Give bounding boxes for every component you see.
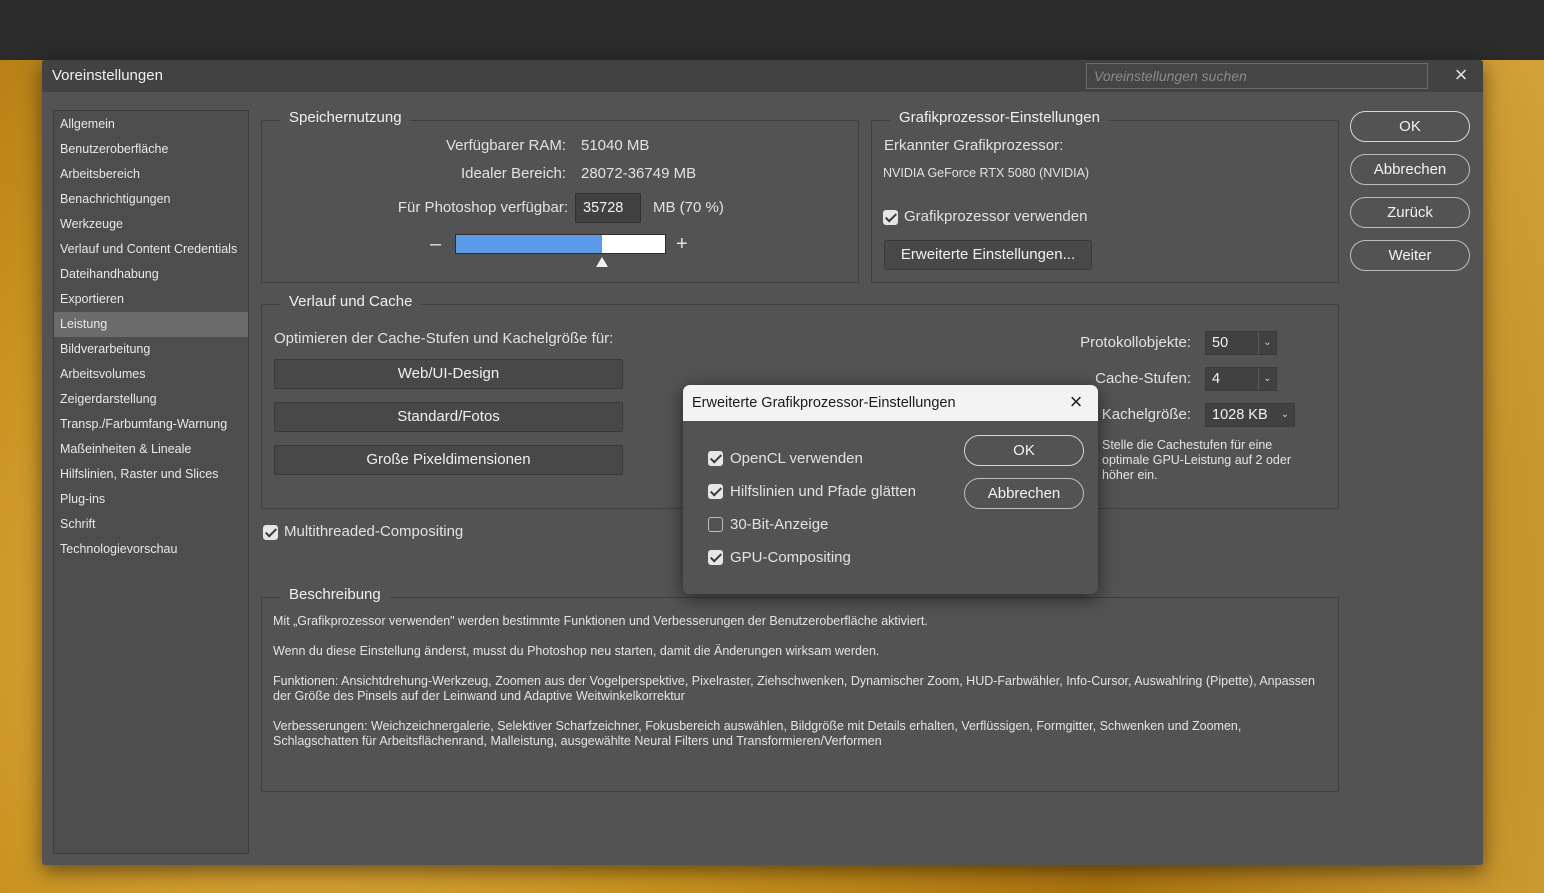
decrease-ram-icon[interactable]: –	[430, 233, 441, 256]
preferences-sidebar: Allgemein Benutzeroberfläche Arbeitsbere…	[53, 110, 249, 854]
history-states-value: 50	[1212, 335, 1229, 351]
detected-gpu-value: NVIDIA GeForce RTX 5080 (NVIDIA)	[883, 166, 1090, 180]
history-states-select[interactable]: 50 ⌄	[1205, 331, 1277, 355]
multithreaded-compositing-label: Multithreaded-Compositing	[284, 523, 464, 540]
sidebar-item-plugins[interactable]: Plug-ins	[54, 487, 248, 512]
sidebar-item-benachrichtigungen[interactable]: Benachrichtigungen	[54, 187, 248, 212]
ram-slider-thumb[interactable]	[596, 257, 609, 267]
use-gpu-checkbox[interactable]	[883, 210, 898, 225]
ideal-range-value: 28072-36749 MB	[581, 165, 697, 182]
sidebar-item-masseinheiten[interactable]: Maßeinheiten & Lineale	[54, 437, 248, 462]
description-legend: Beschreibung	[280, 586, 390, 603]
sidebar-item-werkzeuge[interactable]: Werkzeuge	[54, 212, 248, 237]
sidebar-item-farbumfang-warnung[interactable]: Transp./Farbumfang-Warnung	[54, 412, 248, 437]
photoshop-ram-unit: MB (70 %)	[653, 199, 724, 216]
advanced-dialog-titlebar: Erweiterte Grafikprozessor-Einstellungen…	[683, 385, 1098, 421]
memory-usage-legend: Speichernutzung	[280, 109, 411, 126]
ram-slider-fill	[456, 235, 603, 253]
history-cache-legend: Verlauf und Cache	[280, 293, 422, 310]
gpu-settings-group: Grafikprozessor-Einstellungen Erkannter …	[871, 109, 1339, 283]
chevron-down-icon: ⌄	[1258, 368, 1276, 390]
ideal-range-label: Idealer Bereich:	[460, 165, 566, 182]
close-icon[interactable]: ×	[1449, 64, 1473, 88]
multithreaded-compositing-checkbox[interactable]	[263, 525, 278, 540]
sidebar-item-zeigerdarstellung[interactable]: Zeigerdarstellung	[54, 387, 248, 412]
gpu-compositing-label: GPU-Compositing	[730, 549, 851, 566]
advanced-ok-button[interactable]: OK	[964, 435, 1084, 466]
antialias-guides-checkbox[interactable]	[708, 484, 723, 499]
sidebar-item-exportieren[interactable]: Exportieren	[54, 287, 248, 312]
web-ui-design-button[interactable]: Web/UI-Design	[274, 359, 623, 389]
ram-slider-track[interactable]	[455, 234, 666, 254]
sidebar-item-leistung[interactable]: Leistung	[54, 312, 248, 337]
cache-levels-select[interactable]: 4 ⌄	[1205, 367, 1277, 391]
tile-size-label: Kachelgröße:	[1101, 406, 1191, 423]
advanced-dialog-title: Erweiterte Grafikprozessor-Einstellungen	[692, 395, 956, 411]
30-bit-display-checkbox[interactable]	[708, 517, 723, 532]
detected-gpu-label: Erkannter Grafikprozessor:	[884, 137, 1064, 154]
available-ram-label: Verfügbarer RAM:	[445, 137, 566, 154]
sidebar-item-dateihandhabung[interactable]: Dateihandhabung	[54, 262, 248, 287]
cache-levels-value: 4	[1212, 371, 1221, 387]
cache-levels-label: Cache-Stufen:	[1095, 370, 1191, 387]
sidebar-item-bildverarbeitung[interactable]: Bildverarbeitung	[54, 337, 248, 362]
standard-photos-button[interactable]: Standard/Fotos	[274, 402, 623, 432]
advanced-gpu-settings-dialog: Erweiterte Grafikprozessor-Einstellungen…	[683, 385, 1098, 594]
chevron-down-icon: ⌄	[1258, 332, 1276, 354]
photoshop-ram-input[interactable]: 35728	[575, 193, 641, 223]
large-pixel-dimensions-button[interactable]: Große Pixeldimensionen	[274, 445, 623, 475]
preferences-search-input[interactable]	[1086, 63, 1428, 89]
close-icon[interactable]: ×	[1065, 391, 1087, 413]
photoshop-available-label: Für Photoshop verfügbar:	[397, 199, 568, 216]
sidebar-item-verlauf[interactable]: Verlauf und Content Credentials	[54, 237, 248, 262]
sidebar-item-allgemein[interactable]: Allgemein	[54, 112, 248, 137]
advanced-settings-button[interactable]: Erweiterte Einstellungen...	[884, 240, 1092, 270]
description-group: Beschreibung Mit „Grafikprozessor verwen…	[261, 586, 1339, 792]
next-button[interactable]: Weiter	[1350, 240, 1470, 271]
dialog-title: Voreinstellungen	[52, 67, 163, 84]
description-paragraph-4: Verbesserungen: Weichzeichnergalerie, Se…	[273, 719, 1242, 748]
sidebar-item-hilfslinien[interactable]: Hilfslinien, Raster und Slices	[54, 462, 248, 487]
memory-usage-group: Speichernutzung Verfügbarer RAM: 51040 M…	[261, 109, 859, 283]
tile-size-select[interactable]: 1028 KB ⌄	[1205, 403, 1295, 427]
antialias-guides-label: Hilfslinien und Pfade glätten	[730, 483, 916, 500]
sidebar-item-arbeitsvolumes[interactable]: Arbeitsvolumes	[54, 362, 248, 387]
dialog-titlebar: Voreinstellungen ×	[42, 60, 1483, 92]
increase-ram-icon[interactable]: +	[676, 233, 688, 256]
sidebar-item-benutzeroberflaeche[interactable]: Benutzeroberfläche	[54, 137, 248, 162]
gpu-settings-legend: Grafikprozessor-Einstellungen	[890, 109, 1109, 126]
description-paragraph-2: Wenn du diese Einstellung änderst, musst…	[273, 644, 880, 658]
description-paragraph-3: Funktionen: Ansichtdrehung-Werkzeug, Zoo…	[273, 674, 1315, 703]
advanced-cancel-button[interactable]: Abbrechen	[964, 478, 1084, 509]
30-bit-display-label: 30-Bit-Anzeige	[730, 516, 829, 533]
sidebar-item-technologievorschau[interactable]: Technologievorschau	[54, 537, 248, 562]
cancel-button[interactable]: Abbrechen	[1350, 154, 1470, 185]
use-gpu-label: Grafikprozessor verwenden	[904, 208, 1088, 225]
available-ram-value: 51040 MB	[581, 137, 650, 154]
app-top-bar	[0, 0, 1544, 60]
opencl-checkbox[interactable]	[708, 451, 723, 466]
sidebar-item-arbeitsbereich[interactable]: Arbeitsbereich	[54, 162, 248, 187]
opencl-label: OpenCL verwenden	[730, 450, 863, 467]
cache-hint-text: Stelle die Cachestufen für eine optimale…	[1102, 438, 1291, 482]
tile-size-value: 1028 KB	[1212, 407, 1268, 423]
optimize-cache-label: Optimieren der Cache-Stufen und Kachelgr…	[274, 330, 614, 347]
gpu-compositing-checkbox[interactable]	[708, 550, 723, 565]
ok-button[interactable]: OK	[1350, 111, 1470, 142]
chevron-down-icon: ⌄	[1280, 409, 1290, 420]
back-button[interactable]: Zurück	[1350, 197, 1470, 228]
description-paragraph-1: Mit „Grafikprozessor verwenden" werden b…	[273, 614, 928, 628]
sidebar-item-schrift[interactable]: Schrift	[54, 512, 248, 537]
history-states-label: Protokollobjekte:	[1080, 334, 1191, 351]
